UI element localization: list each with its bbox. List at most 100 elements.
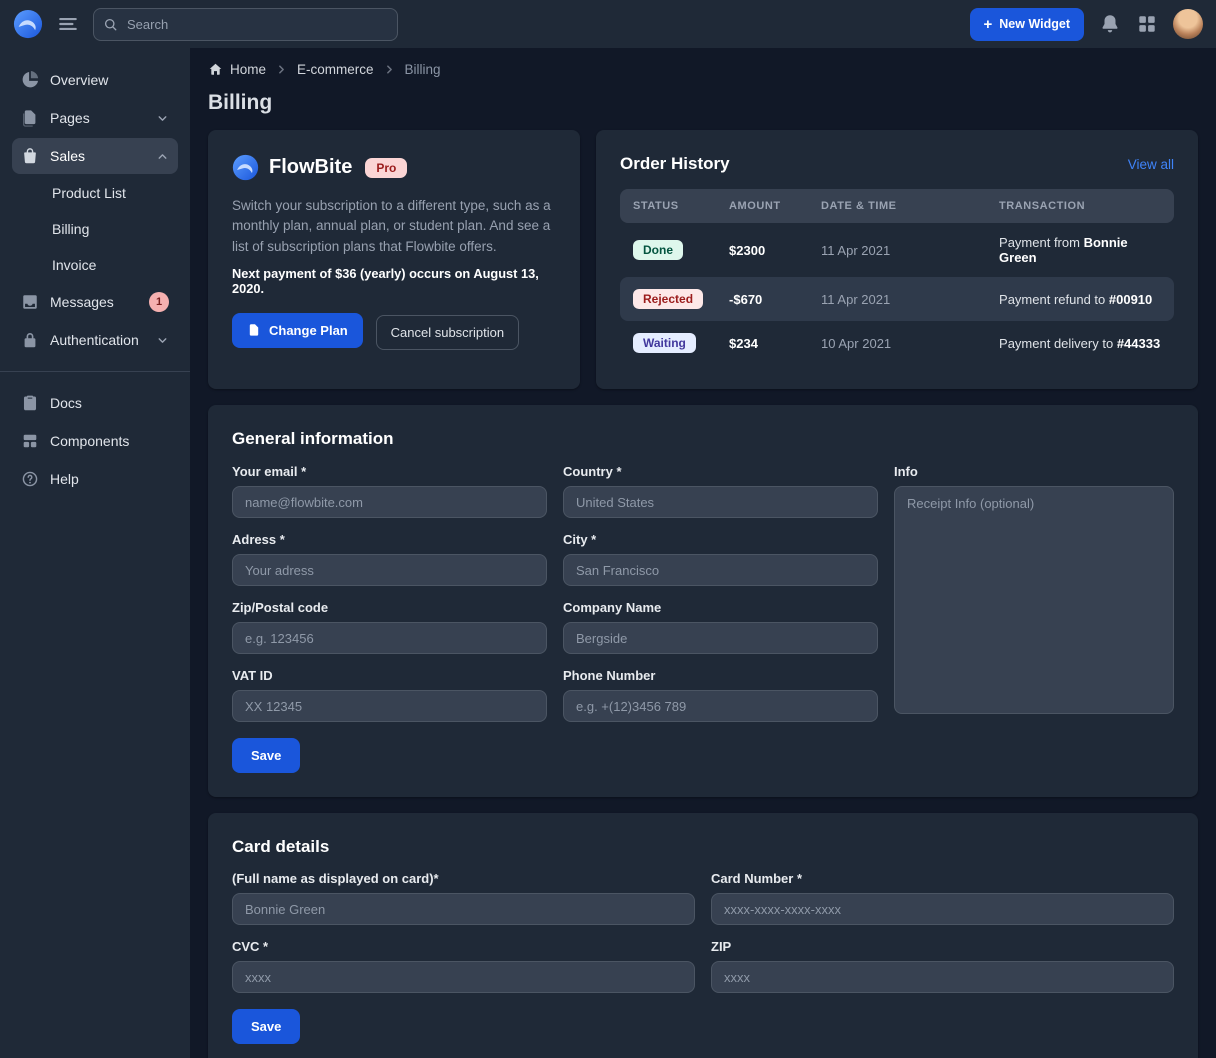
flowbite-logo-icon[interactable] bbox=[13, 9, 43, 39]
sidebar-item-docs[interactable]: Docs bbox=[12, 385, 178, 421]
field-city: City * bbox=[563, 532, 878, 586]
subscription-description: Switch your subscription to a different … bbox=[232, 196, 556, 257]
next-payment-note: Next payment of $36 (yearly) occurs on A… bbox=[232, 266, 556, 296]
chevron-down-icon bbox=[156, 112, 169, 125]
cell-date: 11 Apr 2021 bbox=[808, 277, 986, 321]
sidebar-item-help[interactable]: Help bbox=[12, 461, 178, 497]
sidebar-item-label: Authentication bbox=[50, 332, 139, 348]
field-label: ZIP bbox=[711, 939, 1174, 954]
sidebar-item-label: Product List bbox=[52, 185, 126, 201]
breadcrumb-home[interactable]: Home bbox=[208, 62, 266, 77]
sidebar-item-invoice[interactable]: Invoice bbox=[12, 248, 178, 282]
field-label: Your email * bbox=[232, 464, 547, 479]
phone-field[interactable] bbox=[563, 690, 878, 722]
cell-transaction: Payment from Bonnie Green bbox=[986, 223, 1174, 277]
column-date: DATE & TIME bbox=[808, 189, 986, 223]
field-label: Country * bbox=[563, 464, 878, 479]
field-card-name: (Full name as displayed on card)* bbox=[232, 871, 695, 925]
table-row: Waiting $234 10 Apr 2021 Payment deliver… bbox=[620, 321, 1174, 365]
change-plan-button[interactable]: Change Plan bbox=[232, 313, 363, 348]
sidebar-item-sales[interactable]: Sales bbox=[12, 138, 178, 174]
sidebar-item-messages[interactable]: Messages 1 bbox=[12, 284, 178, 320]
field-your-email: Your email * bbox=[232, 464, 547, 518]
field-cvc: CVC * bbox=[232, 939, 695, 993]
search-input[interactable] bbox=[93, 8, 398, 41]
hamburger-icon[interactable] bbox=[57, 13, 79, 35]
main-content: Home E-commerce Billing Billing bbox=[190, 48, 1216, 1058]
breadcrumb-ecommerce[interactable]: E-commerce bbox=[297, 62, 374, 77]
help-icon bbox=[21, 470, 39, 488]
sidebar-item-label: Overview bbox=[50, 72, 108, 88]
general-information-card: General information Your email * Adress … bbox=[208, 405, 1198, 797]
table-row: Rejected -$670 11 Apr 2021 Payment refun… bbox=[620, 277, 1174, 321]
apps-grid-icon[interactable] bbox=[1136, 13, 1158, 35]
field-label: CVC * bbox=[232, 939, 695, 954]
save-button[interactable]: Save bbox=[232, 1009, 300, 1044]
sidebar-item-product-list[interactable]: Product List bbox=[12, 176, 178, 210]
sidebar-item-overview[interactable]: Overview bbox=[12, 62, 178, 98]
cell-date: 10 Apr 2021 bbox=[808, 321, 986, 365]
table-row: Done $2300 11 Apr 2021 Payment from Bonn… bbox=[620, 223, 1174, 277]
address-field[interactable] bbox=[232, 554, 547, 586]
card-details-title: Card details bbox=[232, 837, 1174, 857]
sidebar-item-authentication[interactable]: Authentication bbox=[12, 322, 178, 358]
order-history-title: Order History bbox=[620, 154, 730, 174]
cancel-subscription-button[interactable]: Cancel subscription bbox=[376, 315, 519, 350]
sidebar-item-components[interactable]: Components bbox=[12, 423, 178, 459]
top-navbar: + New Widget bbox=[0, 0, 1216, 48]
vat-field[interactable] bbox=[232, 690, 547, 722]
file-icon bbox=[247, 323, 261, 337]
view-all-link[interactable]: View all bbox=[1128, 157, 1174, 172]
messages-count-badge: 1 bbox=[149, 292, 169, 312]
field-label: Card Number * bbox=[711, 871, 1174, 886]
field-card-zip: ZIP bbox=[711, 939, 1174, 993]
country-field[interactable] bbox=[563, 486, 878, 518]
status-badge: Rejected bbox=[633, 289, 703, 309]
brand-row: FlowBite Pro bbox=[232, 154, 556, 181]
field-info: Info bbox=[894, 464, 1174, 717]
sidebar-item-pages[interactable]: Pages bbox=[12, 100, 178, 136]
docs-icon bbox=[21, 394, 39, 412]
field-label: Phone Number bbox=[563, 668, 878, 683]
field-vat-id: VAT ID bbox=[232, 668, 547, 722]
breadcrumb-home-label: Home bbox=[230, 62, 266, 77]
chevron-down-icon bbox=[156, 334, 169, 347]
subscription-card: FlowBite Pro Switch your subscription to… bbox=[208, 130, 580, 389]
email-field[interactable] bbox=[232, 486, 547, 518]
field-card-number: Card Number * bbox=[711, 871, 1174, 925]
card-number-field[interactable] bbox=[711, 893, 1174, 925]
navbar-right-actions: + New Widget bbox=[970, 8, 1204, 41]
status-badge: Waiting bbox=[633, 333, 696, 353]
card-zip-field[interactable] bbox=[711, 961, 1174, 993]
home-icon bbox=[208, 62, 223, 77]
sidebar-item-label: Invoice bbox=[52, 257, 96, 273]
order-history-table: STATUS AMOUNT DATE & TIME TRANSACTION Do… bbox=[620, 189, 1174, 365]
field-label: Info bbox=[894, 464, 1174, 479]
avatar[interactable] bbox=[1173, 9, 1203, 39]
breadcrumb-current: Billing bbox=[405, 62, 441, 77]
field-label: (Full name as displayed on card)* bbox=[232, 871, 695, 886]
search-bar bbox=[93, 8, 398, 41]
field-phone-number: Phone Number bbox=[563, 668, 878, 722]
receipt-info-textarea[interactable] bbox=[894, 486, 1174, 714]
sidebar-item-label: Pages bbox=[50, 110, 90, 126]
chevron-up-icon bbox=[156, 150, 169, 163]
cvc-field[interactable] bbox=[232, 961, 695, 993]
top-cards-row: FlowBite Pro Switch your subscription to… bbox=[208, 130, 1198, 389]
zip-field[interactable] bbox=[232, 622, 547, 654]
company-field[interactable] bbox=[563, 622, 878, 654]
field-label: City * bbox=[563, 532, 878, 547]
form-column-left: Your email * Adress * Zip/Postal code VA… bbox=[232, 464, 547, 736]
status-badge: Done bbox=[633, 240, 683, 260]
city-field[interactable] bbox=[563, 554, 878, 586]
subscription-actions: Change Plan Cancel subscription bbox=[232, 313, 556, 351]
card-name-field[interactable] bbox=[232, 893, 695, 925]
table-header-row: STATUS AMOUNT DATE & TIME TRANSACTION bbox=[620, 189, 1174, 223]
general-information-form: Your email * Adress * Zip/Postal code VA… bbox=[232, 464, 1174, 736]
save-button[interactable]: Save bbox=[232, 738, 300, 773]
field-label: VAT ID bbox=[232, 668, 547, 683]
bell-icon[interactable] bbox=[1099, 13, 1121, 35]
new-widget-button[interactable]: + New Widget bbox=[970, 8, 1085, 41]
column-transaction: TRANSACTION bbox=[986, 189, 1174, 223]
sidebar-item-billing[interactable]: Billing bbox=[12, 212, 178, 246]
